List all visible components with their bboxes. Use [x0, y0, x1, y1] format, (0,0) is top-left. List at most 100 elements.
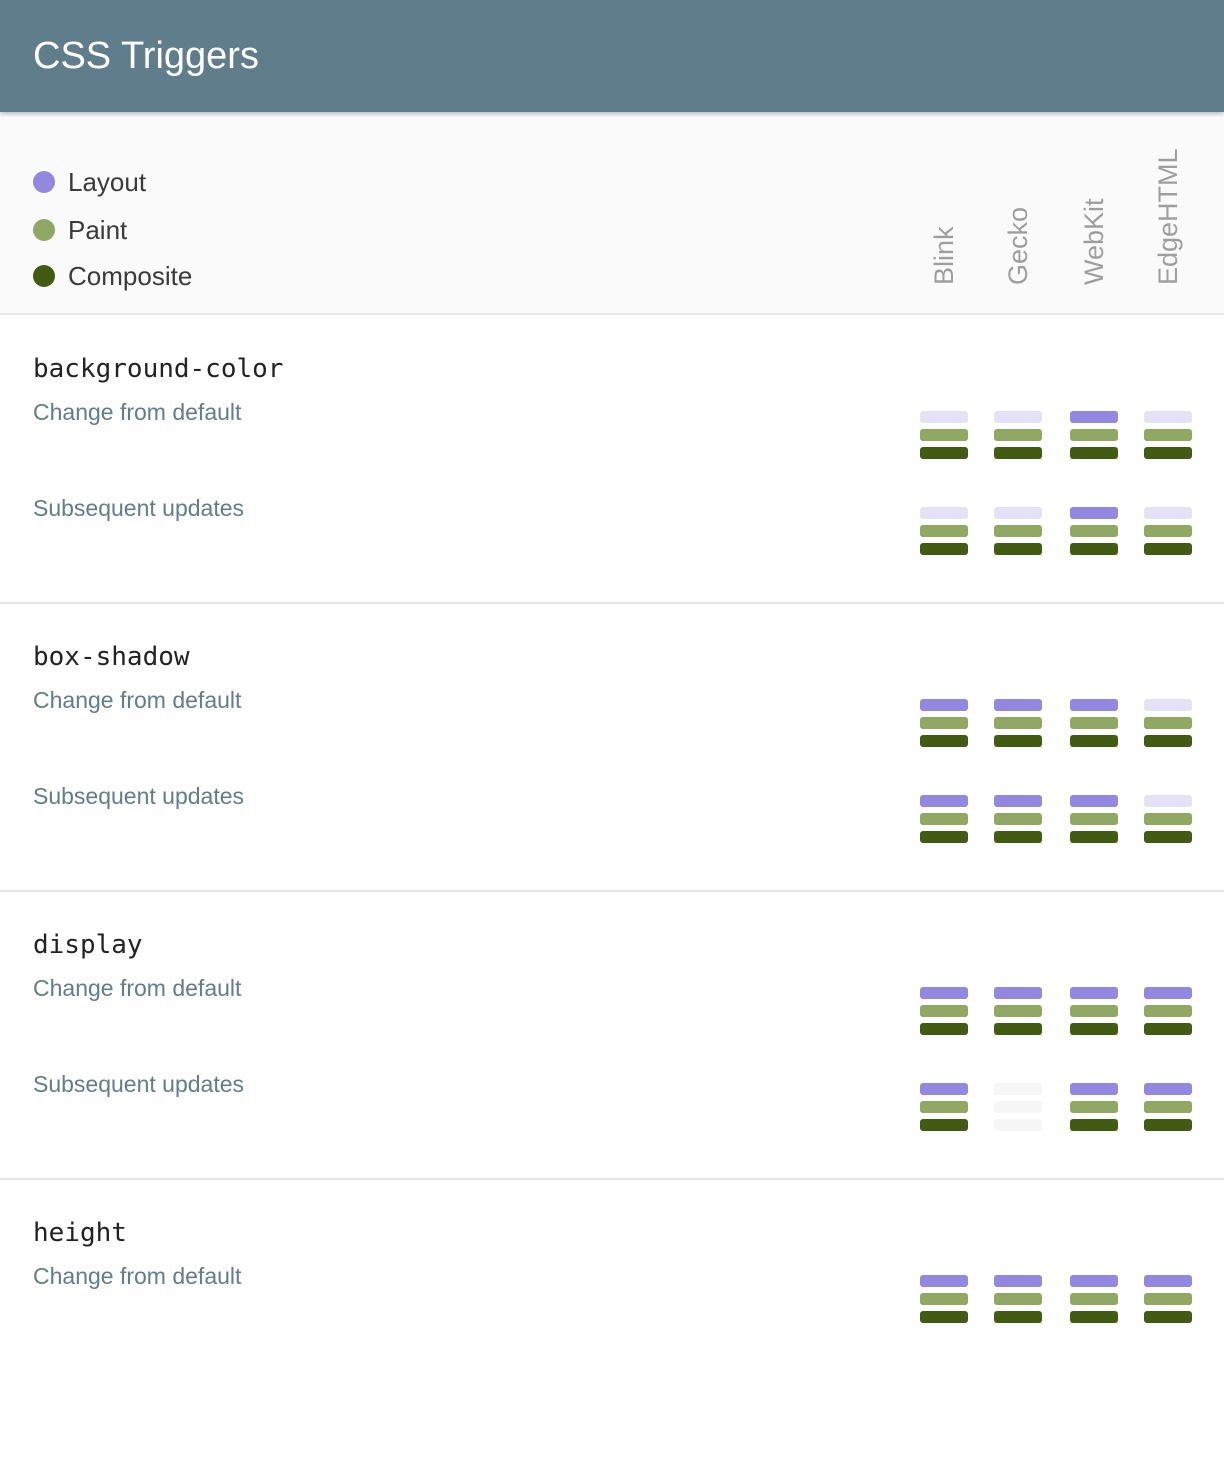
paint-bar — [1070, 813, 1118, 825]
legend-label-layout: Layout — [68, 166, 147, 197]
trigger-row-label[interactable]: Subsequent updates — [33, 1071, 244, 1098]
composite-bar — [994, 831, 1042, 843]
trigger-indicator-blink — [920, 411, 968, 459]
trigger-indicator-edgehtml — [1144, 411, 1192, 459]
paint-bar — [1070, 1293, 1118, 1305]
composite-bar — [920, 735, 968, 747]
trigger-row-label[interactable]: Subsequent updates — [33, 495, 244, 522]
composite-bar — [994, 543, 1042, 555]
layout-bar — [1070, 987, 1118, 999]
composite-bar — [994, 1023, 1042, 1035]
layout-bar — [1070, 411, 1118, 423]
composite-bar — [920, 447, 968, 459]
layout-bar — [994, 411, 1042, 423]
composite-bar — [920, 543, 968, 555]
layout-bar — [920, 1275, 968, 1287]
composite-bar — [920, 831, 968, 843]
legend-item-composite: Composite — [33, 261, 192, 291]
trigger-row-label[interactable]: Change from default — [33, 687, 241, 714]
property-section: box-shadow Change from default Subsequent … — [0, 604, 1224, 892]
paint-dot-icon — [33, 219, 55, 241]
trigger-indicator-webkit — [1070, 1083, 1118, 1131]
trigger-row-label[interactable]: Change from default — [33, 1263, 241, 1290]
paint-bar — [1144, 1101, 1192, 1113]
layout-bar — [920, 507, 968, 519]
trigger-indicator-blink — [920, 507, 968, 555]
property-section: height Change from default — [0, 1180, 1224, 1468]
layout-bar — [994, 1275, 1042, 1287]
paint-bar — [994, 1101, 1042, 1113]
layout-bar — [1070, 507, 1118, 519]
property-name: height — [33, 1218, 127, 1248]
legend-item-layout: Layout — [33, 167, 146, 197]
trigger-indicator-gecko — [994, 699, 1042, 747]
paint-bar — [1070, 429, 1118, 441]
trigger-indicator-webkit — [1070, 699, 1118, 747]
composite-bar — [1144, 831, 1192, 843]
composite-bar — [1070, 1311, 1118, 1323]
layout-bar — [1070, 699, 1118, 711]
legend-label-paint: Paint — [68, 214, 128, 245]
composite-bar — [1070, 735, 1118, 747]
trigger-indicator-gecko — [994, 795, 1042, 843]
layout-bar — [1070, 1275, 1118, 1287]
trigger-indicator-gecko — [994, 1083, 1042, 1131]
layout-bar — [994, 699, 1042, 711]
paint-bar — [1144, 1293, 1192, 1305]
property-name: box-shadow — [33, 642, 190, 672]
layout-bar — [1070, 795, 1118, 807]
engine-name-gecko: Gecko — [1003, 206, 1033, 285]
trigger-indicator-gecko — [994, 507, 1042, 555]
paint-bar — [1144, 429, 1192, 441]
trigger-indicator-gecko — [994, 1275, 1042, 1323]
paint-bar — [994, 429, 1042, 441]
composite-bar — [1144, 1119, 1192, 1131]
paint-bar — [994, 1005, 1042, 1017]
layout-bar — [994, 1083, 1042, 1095]
trigger-indicator-edgehtml — [1144, 507, 1192, 555]
property-section: display Change from default Subsequent upd… — [0, 892, 1224, 1180]
trigger-indicator-edgehtml — [1144, 699, 1192, 747]
trigger-row-label[interactable]: Subsequent updates — [33, 783, 244, 810]
composite-bar — [920, 1023, 968, 1035]
trigger-indicator-webkit — [1070, 411, 1118, 459]
legend-label-composite: Composite — [68, 260, 193, 291]
composite-bar — [1070, 447, 1118, 459]
trigger-indicator-edgehtml — [1144, 1275, 1192, 1323]
trigger-indicator-blink — [920, 1083, 968, 1131]
trigger-row-label[interactable]: Change from default — [33, 975, 241, 1002]
property-section: background-color Change from default Subse… — [0, 316, 1224, 604]
paint-bar — [1070, 525, 1118, 537]
paint-bar — [1070, 1005, 1118, 1017]
property-name: background-color — [33, 354, 284, 384]
composite-bar — [920, 1311, 968, 1323]
layout-bar — [1144, 795, 1192, 807]
composite-bar — [994, 447, 1042, 459]
composite-bar — [1070, 1119, 1118, 1131]
trigger-indicator-webkit — [1070, 795, 1118, 843]
composite-bar — [1144, 447, 1192, 459]
paint-bar — [1070, 717, 1118, 729]
paint-bar — [994, 1293, 1042, 1305]
paint-bar — [1070, 1101, 1118, 1113]
trigger-indicator-webkit — [1070, 987, 1118, 1035]
layout-bar — [1144, 1083, 1192, 1095]
paint-bar — [1144, 813, 1192, 825]
trigger-indicator-webkit — [1070, 507, 1118, 555]
layout-bar — [1144, 987, 1192, 999]
engine-name-blink: Blink — [929, 226, 959, 285]
trigger-indicator-gecko — [994, 411, 1042, 459]
paint-bar — [920, 717, 968, 729]
layout-bar — [994, 795, 1042, 807]
composite-bar — [1070, 1023, 1118, 1035]
trigger-row-label[interactable]: Change from default — [33, 399, 241, 426]
property-name: display — [33, 930, 143, 960]
layout-bar — [920, 411, 968, 423]
trigger-indicator-edgehtml — [1144, 1083, 1192, 1131]
paint-bar — [1144, 1005, 1192, 1017]
trigger-indicator-blink — [920, 795, 968, 843]
app-header: CSS Triggers — [0, 0, 1224, 112]
trigger-indicator-blink — [920, 1275, 968, 1323]
composite-bar — [1144, 1023, 1192, 1035]
layout-bar — [994, 987, 1042, 999]
